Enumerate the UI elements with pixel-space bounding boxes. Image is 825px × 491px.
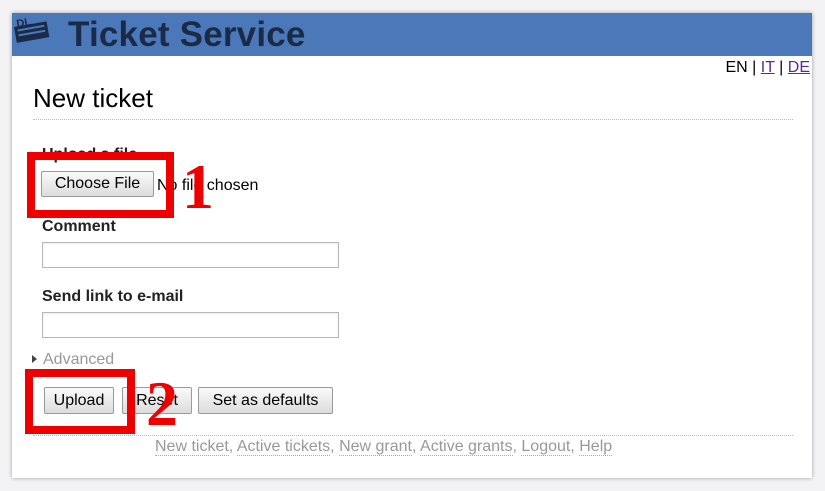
email-input[interactable] <box>42 312 339 338</box>
svg-text:DL: DL <box>16 16 33 30</box>
footer-link-active-grants[interactable]: Active grants <box>420 438 513 456</box>
annotation-number-1: 1 <box>182 151 214 222</box>
app-header: DL Ticket Service <box>12 13 812 56</box>
lang-separator: | <box>752 59 757 76</box>
language-switcher: EN | IT | DE <box>725 59 810 77</box>
advanced-toggle[interactable]: Advanced <box>32 351 114 369</box>
footer-separator: , <box>330 438 335 455</box>
comment-input[interactable] <box>42 242 339 268</box>
footer-link-logout[interactable]: Logout <box>521 438 571 456</box>
annotation-number-2: 2 <box>146 368 178 439</box>
set-defaults-button[interactable]: Set as defaults <box>198 387 333 414</box>
page-title: New ticket <box>33 83 153 113</box>
footer-separator: , <box>512 438 517 455</box>
footer-separator: , <box>412 438 417 455</box>
lang-de-link[interactable]: DE <box>788 59 810 76</box>
comment-label: Comment <box>42 218 116 235</box>
annotation-box-2 <box>25 369 135 434</box>
footer-link-help[interactable]: Help <box>579 438 613 456</box>
footer-link-new-grant[interactable]: New grant <box>339 438 412 456</box>
annotation-box-1 <box>27 152 174 218</box>
footer-nav: New ticket, Active tickets, New grant, A… <box>155 438 613 456</box>
disclosure-triangle-icon <box>32 355 37 363</box>
footer-link-active-tickets[interactable]: Active tickets <box>236 438 331 456</box>
advanced-label: Advanced <box>43 351 115 368</box>
lang-en-current: EN <box>725 59 748 76</box>
footer-separator: , <box>570 438 575 455</box>
footer-link-new-ticket[interactable]: New ticket <box>155 438 229 456</box>
lang-it-link[interactable]: IT <box>761 59 775 76</box>
heading-divider <box>33 119 793 120</box>
footer-separator: , <box>228 438 234 455</box>
email-label: Send link to e-mail <box>42 288 184 305</box>
app-title: Ticket Service <box>68 15 306 54</box>
lang-separator: | <box>779 59 784 76</box>
ticket-logo-icon: DL <box>14 16 50 43</box>
